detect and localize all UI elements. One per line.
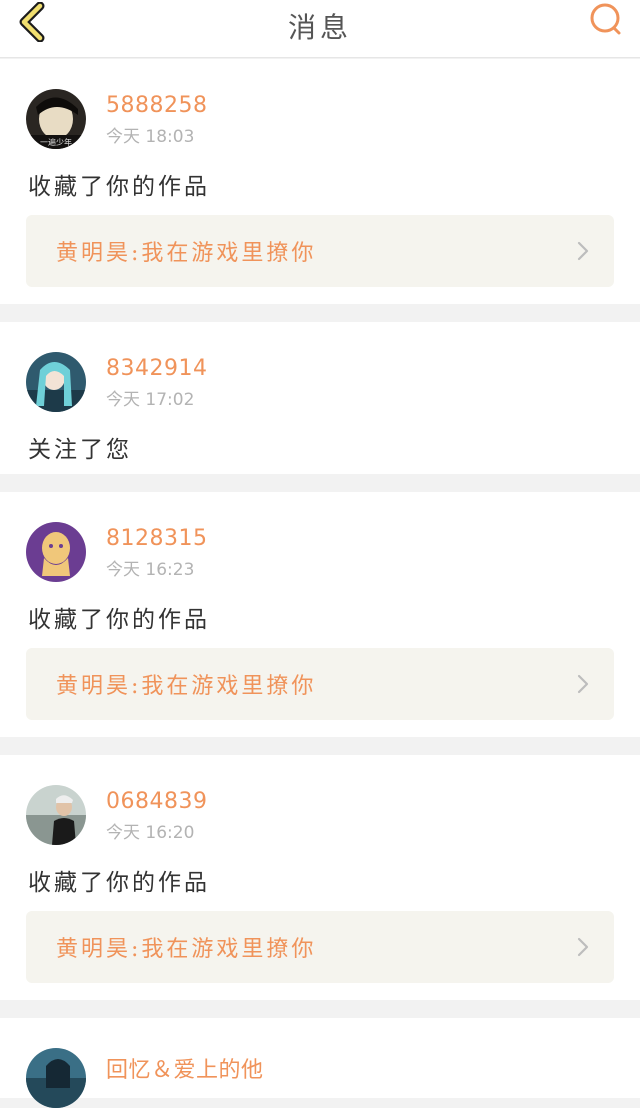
action-text: 收藏了你的作品 <box>28 174 210 200</box>
work-title: 黄明昊:我在游戏里撩你 <box>56 241 317 266</box>
notification-card[interactable]: 一遍少年 5888258 今天 18:03 收藏了你的作品 黄明昊:我在游戏里撩… <box>0 59 640 304</box>
svg-text:一遍少年: 一遍少年 <box>40 137 72 147</box>
chevron-right-icon <box>577 241 589 261</box>
avatar[interactable] <box>26 352 86 412</box>
notification-card[interactable]: 0684839 今天 16:20 收藏了你的作品 黄明昊:我在游戏里撩你 <box>0 755 640 1000</box>
chevron-right-icon <box>577 937 589 957</box>
username[interactable]: 8128315 <box>106 526 207 551</box>
notification-list: 一遍少年 5888258 今天 18:03 收藏了你的作品 黄明昊:我在游戏里撩… <box>0 59 640 1108</box>
work-link[interactable]: 黄明昊:我在游戏里撩你 <box>26 215 614 287</box>
avatar[interactable] <box>26 522 86 582</box>
action-text: 收藏了你的作品 <box>28 607 210 633</box>
action-text: 关注了您 <box>28 437 132 463</box>
username[interactable]: 回忆＆爱上的他 <box>106 1052 264 1084</box>
avatar[interactable] <box>26 785 86 845</box>
work-title: 黄明昊:我在游戏里撩你 <box>56 937 317 962</box>
timestamp: 今天 16:23 <box>106 560 195 580</box>
search-icon <box>590 3 621 35</box>
work-title: 黄明昊:我在游戏里撩你 <box>56 674 317 699</box>
avatar[interactable] <box>26 1048 86 1108</box>
page-title: 消息 <box>287 11 352 44</box>
username[interactable]: 0684839 <box>106 789 207 814</box>
search-button[interactable] <box>588 2 624 38</box>
work-link[interactable]: 黄明昊:我在游戏里撩你 <box>26 911 614 983</box>
work-link[interactable]: 黄明昊:我在游戏里撩你 <box>26 648 614 720</box>
notification-card[interactable]: 8128315 今天 16:23 收藏了你的作品 黄明昊:我在游戏里撩你 <box>0 492 640 737</box>
notification-card[interactable]: 回忆＆爱上的他 <box>0 1018 640 1108</box>
timestamp: 今天 17:02 <box>106 390 195 410</box>
timestamp: 今天 18:03 <box>106 127 195 147</box>
action-text: 收藏了你的作品 <box>28 870 210 896</box>
notification-card[interactable]: 8342914 今天 17:02 关注了您 <box>0 322 640 474</box>
top-bar: 消息 <box>0 0 640 58</box>
username[interactable]: 5888258 <box>106 93 207 118</box>
chevron-right-icon <box>577 674 589 694</box>
timestamp: 今天 16:20 <box>106 823 195 843</box>
username[interactable]: 8342914 <box>106 356 207 381</box>
avatar[interactable]: 一遍少年 <box>26 89 86 149</box>
